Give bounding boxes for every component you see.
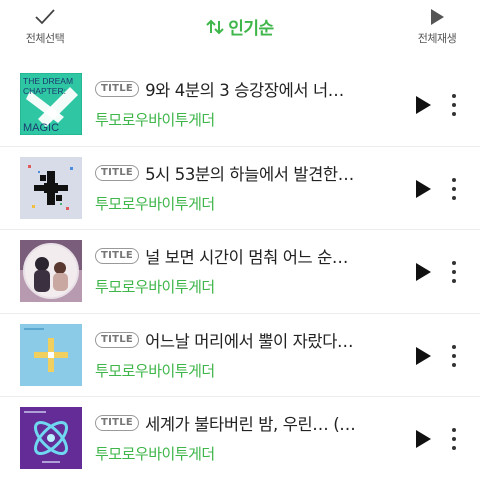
more-vertical-icon[interactable] <box>446 425 462 453</box>
album-text-2: CHAPTER: <box>23 86 66 96</box>
album-art-image <box>20 156 82 219</box>
album-art[interactable] <box>20 323 82 386</box>
play-icon[interactable] <box>412 344 434 368</box>
album-art-image: THE DREAM CHAPTER: MAGIC <box>20 73 82 135</box>
more-vertical-icon[interactable] <box>446 175 462 203</box>
more-vertical-icon[interactable] <box>446 258 462 286</box>
more-vertical-icon[interactable] <box>446 342 462 370</box>
sort-button[interactable]: 인기순 <box>206 14 274 39</box>
top-bar: 전체선택 인기순 전체재생 <box>0 0 480 60</box>
album-art[interactable] <box>20 240 82 302</box>
play-all-label: 전체재생 <box>417 32 457 45</box>
song-title[interactable]: 세계가 불타버린 밤, 우린… (… <box>145 411 355 435</box>
album-art[interactable] <box>20 407 82 469</box>
song-title[interactable]: 5시 53분의 하늘에서 발견한… <box>145 161 354 185</box>
song-list: THE DREAM CHAPTER: MAGIC TITLE 9와 4분의 3 … <box>0 63 480 477</box>
artist-name[interactable]: 투모로우바이투게더 <box>95 276 395 297</box>
artist-name[interactable]: 투모로우바이투게더 <box>95 360 395 381</box>
play-icon <box>431 9 444 25</box>
album-art-image <box>20 407 82 469</box>
play-icon[interactable] <box>412 177 434 201</box>
song-title[interactable]: 어느날 머리에서 뿔이 자랐다… <box>145 328 353 352</box>
artist-name[interactable]: 투모로우바이투게더 <box>95 443 395 464</box>
title-badge: TITLE <box>95 415 140 431</box>
title-badge: TITLE <box>95 164 140 181</box>
more-vertical-icon[interactable] <box>446 91 462 119</box>
play-icon[interactable] <box>412 93 434 117</box>
song-title[interactable]: 널 보면 시간이 멈춰 어느 순… <box>145 244 348 268</box>
album-text-1: THE DREAM <box>23 76 73 86</box>
album-art-image <box>20 240 82 302</box>
song-row[interactable]: TITLE 세계가 불타버린 밤, 우린… (… 투모로우바이투게더 <box>0 397 480 477</box>
title-badge: TITLE <box>95 81 140 97</box>
song-row[interactable]: TITLE 널 보면 시간이 멈춰 어느 순… 투모로우바이투게더 <box>0 230 480 314</box>
sort-label: 인기순 <box>228 19 274 39</box>
play-icon[interactable] <box>412 260 434 284</box>
title-badge: TITLE <box>95 248 140 264</box>
album-art-image <box>20 323 82 386</box>
album-art[interactable]: THE DREAM CHAPTER: MAGIC <box>20 73 82 135</box>
song-row[interactable]: TITLE 5시 53분의 하늘에서 발견한… 투모로우바이투게더 <box>0 147 480 230</box>
album-text-3: MAGIC <box>23 122 59 134</box>
album-art[interactable] <box>20 156 82 219</box>
song-row[interactable]: THE DREAM CHAPTER: MAGIC TITLE 9와 4분의 3 … <box>0 63 480 147</box>
artist-name[interactable]: 투모로우바이투게더 <box>95 193 395 214</box>
play-all-button[interactable]: 전체재생 <box>406 8 468 46</box>
play-icon[interactable] <box>412 427 434 451</box>
sort-arrows-icon <box>206 19 224 34</box>
song-row[interactable]: TITLE 어느날 머리에서 뿔이 자랐다… 투모로우바이투게더 <box>0 314 480 397</box>
artist-name[interactable]: 투모로우바이투게더 <box>95 109 395 130</box>
title-badge: TITLE <box>95 331 140 348</box>
song-title[interactable]: 9와 4분의 3 승강장에서 너… <box>145 77 344 101</box>
